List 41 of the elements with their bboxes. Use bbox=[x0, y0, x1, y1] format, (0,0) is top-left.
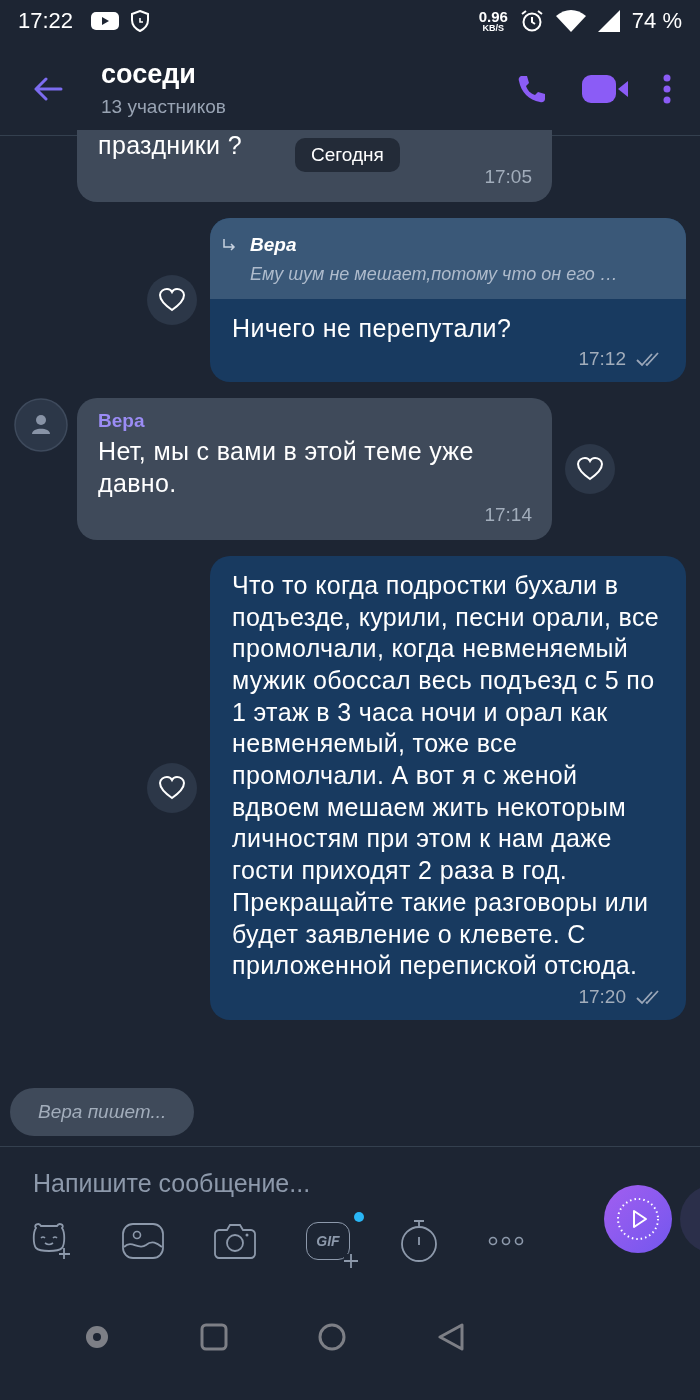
date-label: Сегодня bbox=[295, 138, 400, 172]
shield-icon bbox=[131, 10, 150, 32]
back-arrow-icon[interactable] bbox=[33, 76, 63, 101]
participant-count: 13 участников bbox=[101, 96, 227, 118]
reply-quote[interactable]: Вера Ему шум не мешает,потому что он его … bbox=[210, 217, 686, 299]
message-time: 17:20 bbox=[578, 985, 626, 1008]
recents-icon[interactable] bbox=[199, 1323, 228, 1351]
image-icon[interactable] bbox=[122, 1223, 164, 1259]
status-time: 17:22 bbox=[18, 8, 74, 34]
home-icon[interactable] bbox=[318, 1323, 347, 1351]
avatar-icon[interactable] bbox=[14, 398, 68, 453]
sticker-icon[interactable] bbox=[30, 1222, 72, 1260]
camera-icon[interactable] bbox=[214, 1223, 256, 1259]
signal-icon bbox=[597, 10, 620, 32]
message-text: Нет, мы с вами в этой теме уже давно. bbox=[98, 436, 475, 500]
wifi-icon bbox=[555, 10, 586, 32]
chat-title: соседи bbox=[101, 59, 197, 90]
quote-author: Вера bbox=[250, 233, 297, 256]
message-text: праздники ? bbox=[98, 130, 242, 161]
message-input[interactable]: Напишите сообщение... bbox=[30, 1169, 576, 1198]
more-icon[interactable] bbox=[488, 1236, 524, 1246]
message-time: 17:05 bbox=[484, 165, 532, 188]
alarm-icon bbox=[519, 9, 544, 33]
video-call-icon[interactable] bbox=[582, 72, 628, 105]
message-time: 17:12 bbox=[578, 348, 626, 371]
back-icon[interactable] bbox=[436, 1323, 465, 1351]
speed-unit: KB/S bbox=[482, 24, 504, 33]
message-text: Что то когда подростки бухали в подъезде, курили, песни орали, все промолчали, когда невменяемый мужик обоссал весь подъезд с 5 по 1 этаж в 3 часа ночи и орал как невменяемый, тоже все промолчали. А вот я с женой вдвоем мешаем жить некоторым личностям при этом к нам даже гости приходят 2 раза в год. Прекращайте такие разговоры или будет заявление о клевете. С приложенной перепиской отсюда. bbox=[232, 569, 661, 982]
network-speed: 0.96 bbox=[478, 9, 508, 24]
typing-indicator: Вера пишет... bbox=[10, 1088, 195, 1136]
battery-percent: 74 % bbox=[631, 8, 682, 34]
play-button[interactable] bbox=[604, 1185, 672, 1253]
reply-icon bbox=[222, 237, 236, 252]
quote-text: Ему шум не мешает,потому что он его … bbox=[249, 263, 619, 285]
more-options-icon[interactable] bbox=[662, 72, 672, 105]
timer-icon[interactable] bbox=[400, 1220, 438, 1262]
video-app-icon bbox=[91, 11, 120, 31]
message-time: 17:14 bbox=[484, 503, 532, 526]
sender-name: Вера bbox=[98, 410, 146, 433]
message-text: Ничего не перепутали? bbox=[232, 312, 513, 344]
assistant-icon[interactable] bbox=[85, 1325, 110, 1349]
